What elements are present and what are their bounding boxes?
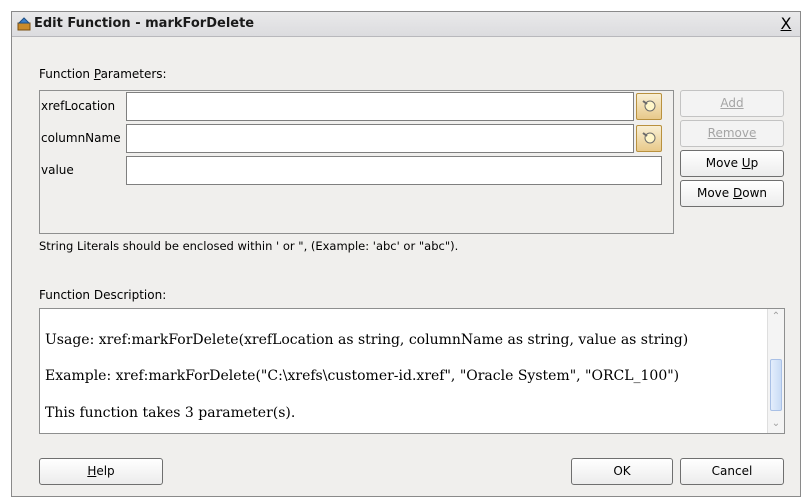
param-name: value	[41, 163, 74, 177]
description-scrollbar[interactable]: ⌃ ⌄	[767, 309, 784, 433]
param-row-columnname: columnName	[40, 123, 673, 154]
scroll-up-arrow-icon[interactable]: ⌃	[770, 311, 782, 323]
remove-button-label: Remove	[707, 126, 757, 140]
label-mnemonic: P	[93, 67, 101, 81]
param-name: xrefLocation	[41, 99, 116, 113]
flashlight-icon	[642, 100, 656, 112]
param-row-xreflocation: xrefLocation	[40, 91, 673, 122]
label-mnemonic: U	[741, 156, 751, 170]
title-bar[interactable]: Edit Function - markForDelete X	[12, 12, 800, 37]
move-up-button[interactable]: Move Up	[680, 150, 784, 177]
parameters-panel: xrefLocation columnName value	[39, 90, 674, 234]
add-button-label: Add	[720, 96, 744, 110]
value-input[interactable]	[126, 156, 662, 185]
description-usage: Usage: xref:markForDelete(xrefLocation a…	[45, 332, 689, 348]
columnname-input[interactable]	[126, 124, 634, 153]
function-description-box[interactable]: Usage: xref:markForDelete(xrefLocation a…	[39, 308, 785, 434]
label-part: elp	[96, 464, 115, 478]
move-down-button[interactable]: Move Down	[680, 180, 784, 207]
label-part: p	[750, 156, 759, 170]
function-description-label: Function Description:	[39, 288, 167, 302]
label-part: own	[742, 186, 767, 200]
scroll-thumb[interactable]	[770, 359, 782, 411]
edit-function-dialog: Edit Function - markForDelete X Function…	[11, 11, 801, 497]
help-button[interactable]: Help	[39, 458, 163, 485]
label-part: Function	[39, 67, 94, 81]
flashlight-icon	[642, 132, 656, 144]
function-edit-icon	[17, 17, 31, 31]
close-button[interactable]: X	[778, 15, 794, 32]
ok-button[interactable]: OK	[571, 458, 673, 485]
label-part: Move	[696, 186, 733, 200]
dialog-title: Edit Function - markForDelete	[34, 16, 255, 31]
description-param-count: This function takes 3 parameter(s).	[45, 405, 296, 421]
expression-picker-button[interactable]	[636, 125, 662, 152]
scroll-down-arrow-icon[interactable]: ⌄	[770, 418, 782, 430]
cancel-button[interactable]: Cancel	[680, 458, 784, 485]
expression-picker-button[interactable]	[636, 93, 662, 120]
function-parameters-label: Function Parameters:	[39, 67, 167, 81]
label-mnemonic: D	[732, 186, 743, 200]
label-part: arameters:	[100, 67, 167, 81]
label-mnemonic: H	[87, 464, 97, 478]
description-example: Example: xref:markForDelete("C:\xrefs\cu…	[45, 368, 680, 384]
add-button[interactable]: Add	[680, 90, 784, 117]
param-name: columnName	[41, 131, 121, 145]
remove-button[interactable]: Remove	[680, 120, 784, 147]
label-part: Move	[705, 156, 742, 170]
param-row-value: value	[40, 155, 673, 186]
string-literal-hint: String Literals should be enclosed withi…	[39, 239, 459, 253]
xreflocation-input[interactable]	[126, 92, 634, 121]
